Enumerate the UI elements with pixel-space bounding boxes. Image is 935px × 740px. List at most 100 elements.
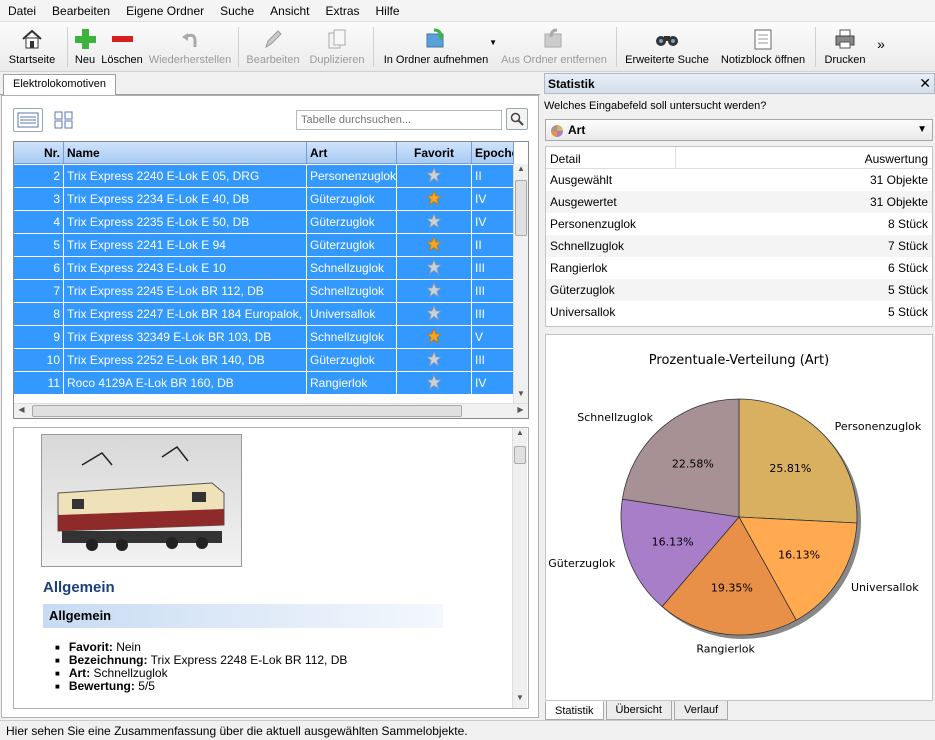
duplicate-button[interactable]: Duplizieren [304,22,370,72]
scroll-down-icon[interactable]: ▼ [513,693,527,708]
cell-favorit[interactable] [397,349,472,371]
collection-pane: Nr. Name Art Favorit Epoche 2Trix Expres… [1,95,539,718]
remove-from-folder-button[interactable]: Aus Ordner entfernen [495,22,613,72]
restore-button[interactable]: Wiederherstellen [145,22,235,72]
cell-favorit[interactable] [397,303,472,325]
cell-art: Güterzuglok [307,188,397,210]
table-search-input[interactable] [296,110,502,130]
table-row[interactable]: 6 Trix Express 2243 E-Lok E 10 Schnellzugl… [14,257,514,280]
cell-favorit[interactable] [397,257,472,279]
advanced-search-button[interactable]: Erweiterte Suche [620,22,714,72]
search-button[interactable] [506,108,528,130]
table-row[interactable]: 3 Trix Express 2234 E-Lok E 40, DB Güterzu… [14,188,514,211]
slice-percent-label: 19.35% [711,581,753,594]
statistics-value: 6 Stück [887,261,928,275]
cell-favorit[interactable] [397,234,472,256]
table-row[interactable]: 8 Trix Express 2247 E-Lok BR 184 Europalo… [14,303,514,326]
cell-favorit[interactable] [397,188,472,210]
scroll-up-icon[interactable]: ▲ [514,164,528,179]
menu-ansicht[interactable]: Ansicht [262,4,317,18]
minus-icon [110,27,134,51]
pie-slice [738,398,858,524]
delete-button[interactable]: Löschen [99,22,145,72]
scroll-up-icon[interactable]: ▲ [513,428,527,443]
table-row[interactable]: 2 Trix Express 2240 E-Lok E 05, DRG Person… [14,165,514,188]
statistics-pane: Statistik ✕ Welches Eingabefeld soll unt… [544,73,935,720]
home-button[interactable]: Startseite [0,22,64,72]
cell-nr: 5 [14,234,64,256]
table-header: Nr. Name Art Favorit Epoche [14,142,514,164]
tab-verlauf[interactable]: Verlauf [673,701,729,720]
menu-hilfe[interactable]: Hilfe [368,4,408,18]
scroll-left-icon[interactable]: ◀ [14,405,29,414]
star-icon [425,189,443,207]
detail-scrollbar[interactable]: ▲ ▼ [512,428,527,708]
cell-favorit[interactable] [397,165,472,187]
table-row[interactable]: 4 Trix Express 2235 E-Lok E 50, DB Güterzu… [14,211,514,234]
slice-percent-label: 22.58% [672,457,714,470]
scroll-down-icon[interactable]: ▼ [514,389,528,404]
header-auswertung[interactable]: Auswertung [676,147,932,168]
menu-eigene-ordner[interactable]: Eigene Ordner [118,4,212,18]
plus-icon [73,27,97,51]
column-header-nr[interactable]: Nr. [14,142,64,164]
tab-elektrolokomotiven[interactable]: Elektrolokomotiven [3,74,116,95]
add-to-folder-button[interactable]: In Ordner aufnehmen ▼ [377,22,497,72]
print-button[interactable]: Drucken [819,22,871,72]
detail-scroll-thumb[interactable] [514,446,526,464]
star-icon [425,373,443,391]
menu-datei[interactable]: Datei [0,4,44,18]
field-select[interactable]: Art ▼ [545,119,933,141]
cell-favorit[interactable] [397,326,472,348]
tab-uebersicht[interactable]: Übersicht [605,701,672,720]
table-row[interactable]: 11 Roco 4129A E-Lok BR 160, DB Rangierlok I… [14,372,514,395]
close-icon[interactable]: ✕ [919,75,931,92]
table-row[interactable]: 10 Trix Express 2252 E-Lok BR 140, DB Güte… [14,349,514,372]
column-header-epoche[interactable]: Epoche [472,142,514,164]
table-vscroll-thumb[interactable] [515,180,527,236]
edit-label: Bearbeiten [246,54,300,66]
cell-name: Trix Express 2235 E-Lok E 50, DB [64,211,307,233]
folder-remove-icon [542,27,566,51]
table-horizontal-scrollbar[interactable]: ◀ ▶ [14,403,528,418]
menu-suche[interactable]: Suche [212,4,262,18]
toolbar-overflow-button[interactable]: » [871,22,891,72]
table-row[interactable]: 7 Trix Express 2245 E-Lok BR 112, DB Schne… [14,280,514,303]
list-view-button[interactable] [13,108,43,132]
star-icon [425,212,443,230]
undo-icon [178,27,202,51]
statistics-row: Schnellzuglok 7 Stück [546,235,932,257]
statistics-table-header: Detail Auswertung [546,147,932,169]
table-row[interactable]: 5 Trix Express 2241 E-Lok E 94 Güterzuglok… [14,234,514,257]
menu-extras[interactable]: Extras [318,4,368,18]
cell-name: Trix Express 2240 E-Lok E 05, DRG [64,165,307,187]
column-header-name[interactable]: Name [64,142,307,164]
cell-favorit[interactable] [397,372,472,394]
slice-percent-label: 25.81% [769,462,811,475]
cell-name: Trix Express 2252 E-Lok BR 140, DB [64,349,307,371]
new-button[interactable]: Neu [71,22,99,72]
cell-name: Roco 4129A E-Lok BR 160, DB [64,372,307,394]
cell-favorit[interactable] [397,211,472,233]
notepad-button[interactable]: Notizblock öffnen [714,22,812,72]
column-header-art[interactable]: Art [307,142,397,164]
header-detail[interactable]: Detail [546,147,676,168]
card-view-button[interactable] [49,108,79,132]
edit-button[interactable]: Bearbeiten [242,22,304,72]
scroll-right-icon[interactable]: ▶ [513,405,528,414]
tab-statistik[interactable]: Statistik [545,701,604,720]
cell-nr: 9 [14,326,64,348]
table-hscroll-thumb[interactable] [32,405,462,417]
cell-art: Güterzuglok [307,349,397,371]
table-row[interactable]: 9 Trix Express 32349 E-Lok BR 103, DB Schn… [14,326,514,349]
toolbar-separator [815,27,816,67]
menu-bearbeiten[interactable]: Bearbeiten [44,4,118,18]
cell-favorit[interactable] [397,280,472,302]
statistics-value: 7 Stück [887,239,928,253]
pie-chart-icon [551,125,563,137]
dropdown-arrow-icon[interactable]: ▼ [489,38,497,47]
cell-name: Trix Express 2243 E-Lok E 10 [64,257,307,279]
cell-nr: 11 [14,372,64,394]
column-header-favorit[interactable]: Favorit [397,142,472,164]
table-vertical-scrollbar[interactable]: ▲ ▼ [513,164,528,404]
